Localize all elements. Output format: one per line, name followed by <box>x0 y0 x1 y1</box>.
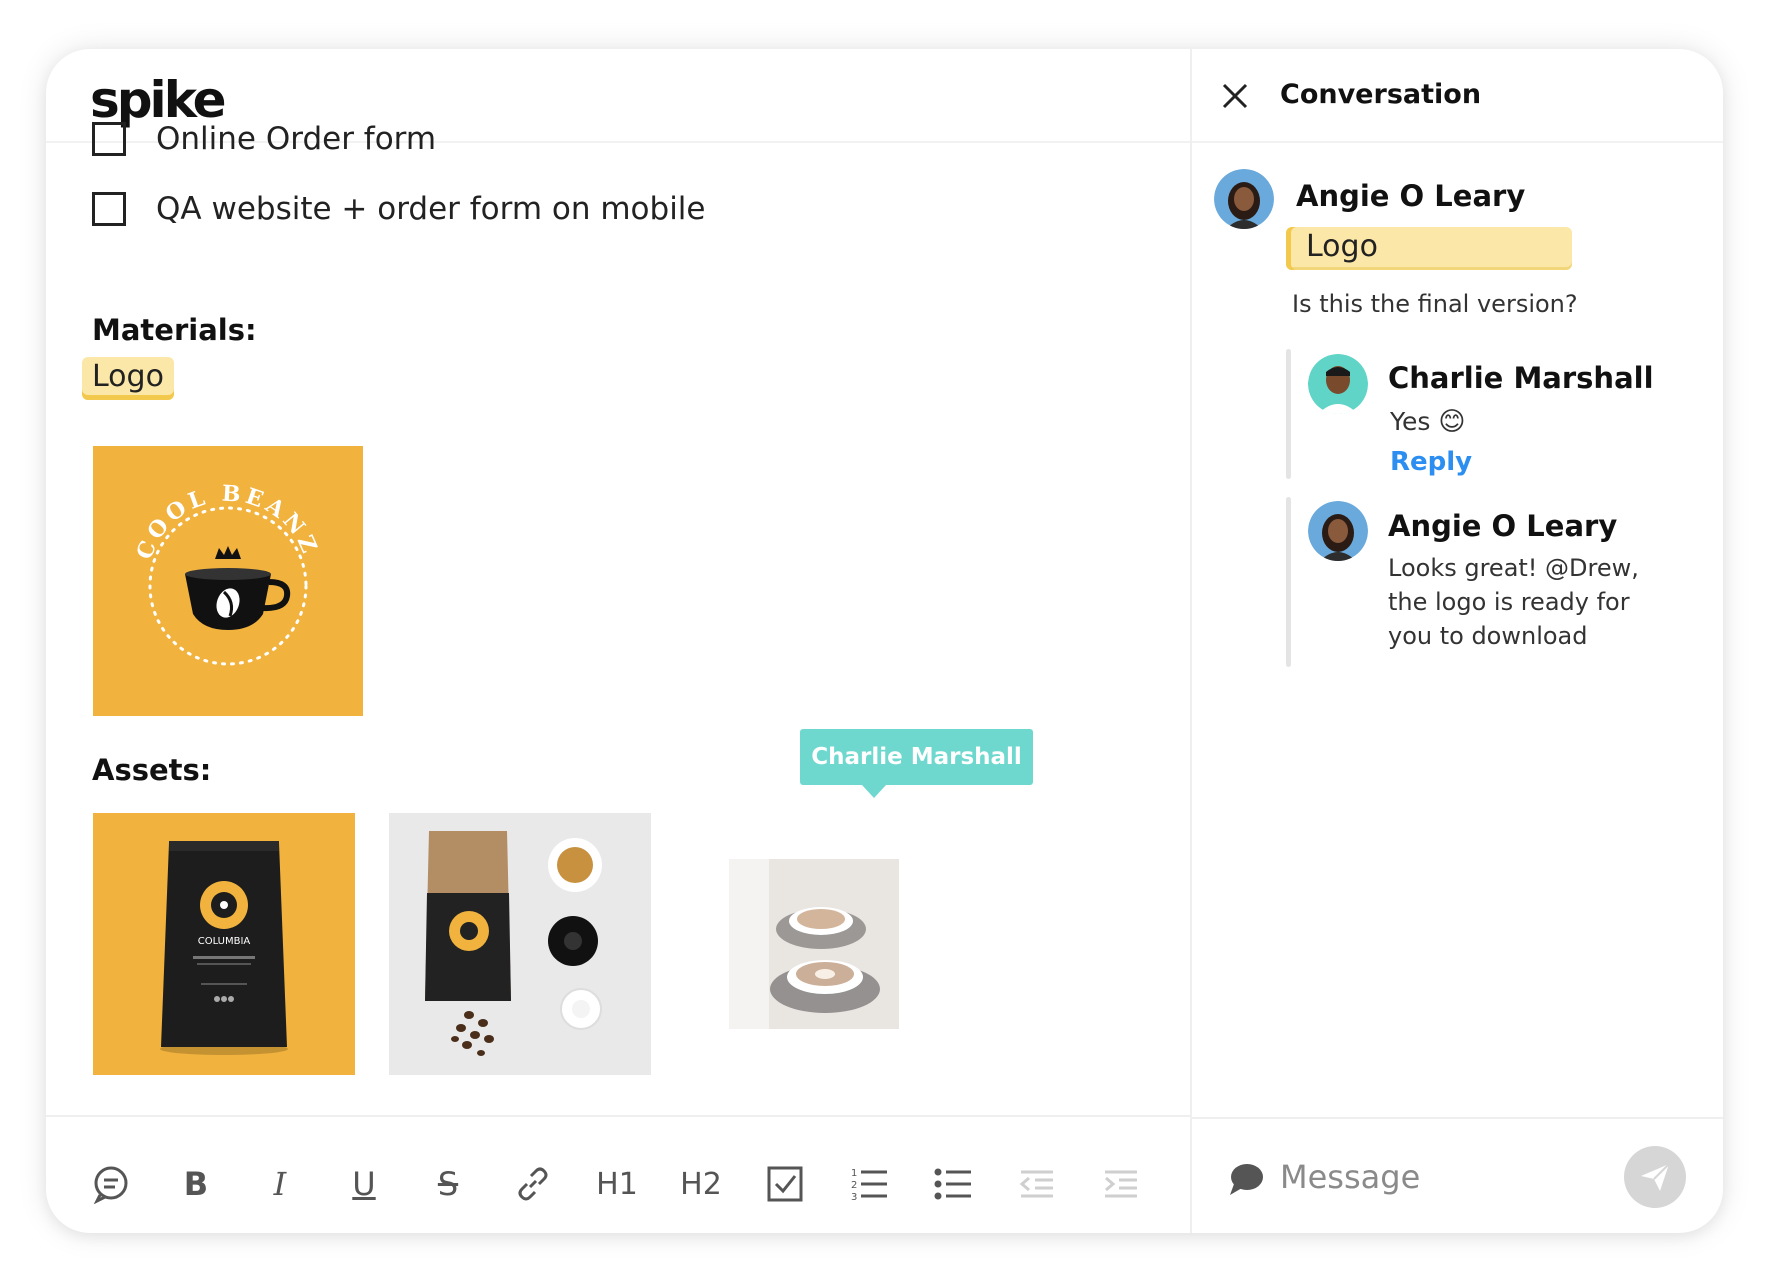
bold-icon[interactable]: B <box>169 1157 223 1211</box>
indent-icon[interactable] <box>1094 1157 1148 1211</box>
materials-heading: Materials: <box>92 313 257 347</box>
latte-cups-photo[interactable] <box>729 859 899 1029</box>
root-message-text: Is this the final version? <box>1292 290 1578 318</box>
assets-heading: Assets: <box>92 753 212 787</box>
task-label: QA website + order form on mobile <box>156 191 706 227</box>
avatar <box>1308 501 1368 561</box>
flatlay-image-icon <box>389 813 651 1075</box>
editor-pane: spike Online Order form QA website + ord… <box>46 49 1190 1233</box>
avatar <box>1308 354 1368 414</box>
ordered-list-icon[interactable]: 123 <box>842 1157 896 1211</box>
speech-bubble-icon <box>1226 1159 1266 1203</box>
cool-beanz-logo-icon: COOL BEANZ <box>131 481 320 666</box>
svg-text:1: 1 <box>851 1168 857 1179</box>
coffee-flatlay-photo[interactable] <box>389 813 651 1075</box>
conversation-header: Conversation <box>1192 49 1723 141</box>
materials-logo-tag[interactable]: Logo <box>82 357 174 400</box>
outdent-icon[interactable] <box>1010 1157 1064 1211</box>
strikethrough-icon[interactable]: S <box>421 1157 475 1211</box>
svg-text:2: 2 <box>851 1180 857 1191</box>
reply-message-text: Looks great! @Drew, the logo is ready fo… <box>1388 554 1639 650</box>
checkbox-icon[interactable] <box>758 1157 812 1211</box>
latte-image-icon <box>729 859 899 1029</box>
toolbar-divider <box>46 1115 1190 1117</box>
reply-message-text: Yes 😊 <box>1390 407 1466 437</box>
conversation-title: Conversation <box>1280 79 1482 110</box>
task-item: QA website + order form on mobile <box>92 191 706 227</box>
send-button[interactable] <box>1624 1146 1686 1208</box>
logo-image[interactable]: COOL BEANZ <box>93 446 363 716</box>
avatar <box>1214 169 1274 229</box>
conversation-header-divider <box>1192 141 1723 143</box>
task-checkbox[interactable] <box>92 192 126 226</box>
app-window: spike Online Order form QA website + ord… <box>46 49 1723 1233</box>
send-icon <box>1641 1163 1670 1191</box>
smile-emoji-icon: 😊 <box>1438 407 1466 437</box>
comment-icon[interactable] <box>84 1157 138 1211</box>
reply-link[interactable]: Reply <box>1390 447 1472 477</box>
coffee-bag-photo[interactable]: COLUMBIA <box>93 813 355 1075</box>
heading1-icon[interactable]: H1 <box>590 1157 644 1211</box>
svg-text:COLUMBIA: COLUMBIA <box>198 936 251 947</box>
conversation-panel: Conversation Angie O Leary Logo Is this … <box>1192 49 1723 1233</box>
underline-icon[interactable]: U <box>337 1157 391 1211</box>
collaborator-cursor-tooltip: Charlie Marshall <box>800 729 1033 798</box>
reply-author-name: Charlie Marshall <box>1388 361 1654 395</box>
reply-author-name: Angie O Leary <box>1388 509 1618 543</box>
close-icon[interactable] <box>1216 77 1254 115</box>
heading2-icon[interactable]: H2 <box>674 1157 728 1211</box>
bullet-list-icon[interactable] <box>926 1157 980 1211</box>
task-label: Online Order form <box>156 121 437 157</box>
link-icon[interactable] <box>506 1157 560 1211</box>
italic-icon[interactable]: I <box>253 1157 307 1211</box>
thread-indicator <box>1286 349 1291 479</box>
task-item: Online Order form <box>92 121 436 157</box>
coffee-bag-image-icon: COLUMBIA <box>160 841 288 1055</box>
thread-indicator <box>1286 497 1291 667</box>
svg-text:3: 3 <box>851 1192 857 1203</box>
task-checkbox[interactable] <box>92 122 126 156</box>
compose-divider <box>1192 1117 1723 1119</box>
root-author-name: Angie O Leary <box>1296 179 1526 213</box>
message-input[interactable] <box>1278 1151 1622 1203</box>
quoted-tag[interactable]: Logo <box>1286 227 1572 270</box>
